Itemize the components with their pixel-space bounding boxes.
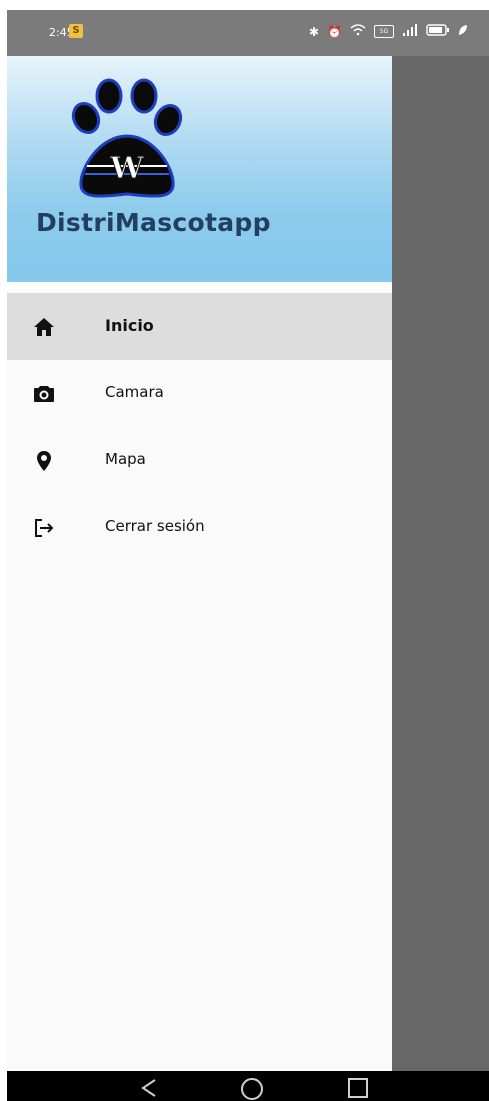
status-bar: 2:45 S ✱ ⏰ 5G xyxy=(7,10,489,56)
menu-item-cerrar-sesion[interactable]: Cerrar sesión xyxy=(7,494,392,561)
recents-icon[interactable] xyxy=(347,1077,369,1099)
phone-screen: 2:45 S ✱ ⏰ 5G W DistriMascotapp Inicio C… xyxy=(7,10,489,1101)
bluetooth-icon: ✱ xyxy=(309,24,320,39)
paw-logo: W xyxy=(71,78,183,198)
home-icon xyxy=(34,318,54,336)
drawer-scrim[interactable] xyxy=(392,56,489,1071)
leaf-icon xyxy=(458,24,468,39)
wifi-icon xyxy=(350,24,366,39)
network-type-icon: 5G xyxy=(374,25,395,38)
menu-label: Camara xyxy=(105,383,164,401)
menu-item-camara[interactable]: Camara xyxy=(7,360,392,427)
menu-label: Cerrar sesión xyxy=(105,517,205,535)
home-circle-icon[interactable] xyxy=(240,1077,264,1101)
map-pin-icon xyxy=(37,451,51,471)
alarm-icon: ⏰ xyxy=(327,24,343,39)
drawer-header: W DistriMascotapp xyxy=(7,56,392,282)
notification-icon: S xyxy=(69,24,83,38)
system-nav-bar xyxy=(7,1071,489,1101)
header-divider xyxy=(7,282,392,290)
menu-label: Mapa xyxy=(105,450,146,468)
drawer-menu: Inicio Camara Mapa Cerrar sesión xyxy=(7,293,392,561)
navigation-drawer: W DistriMascotapp Inicio Camara Mapa Cer… xyxy=(7,56,392,1071)
logo-letter: W xyxy=(109,151,145,186)
signal-icon xyxy=(402,24,418,39)
menu-label: Inicio xyxy=(105,316,154,335)
menu-item-inicio[interactable]: Inicio xyxy=(7,293,392,360)
app-name: DistriMascotapp xyxy=(36,208,271,237)
logout-icon xyxy=(35,519,54,537)
camera-icon xyxy=(34,386,54,402)
menu-item-mapa[interactable]: Mapa xyxy=(7,427,392,494)
back-icon[interactable] xyxy=(140,1077,158,1099)
status-icons: ✱ ⏰ 5G xyxy=(309,24,468,39)
battery-icon xyxy=(426,24,450,39)
